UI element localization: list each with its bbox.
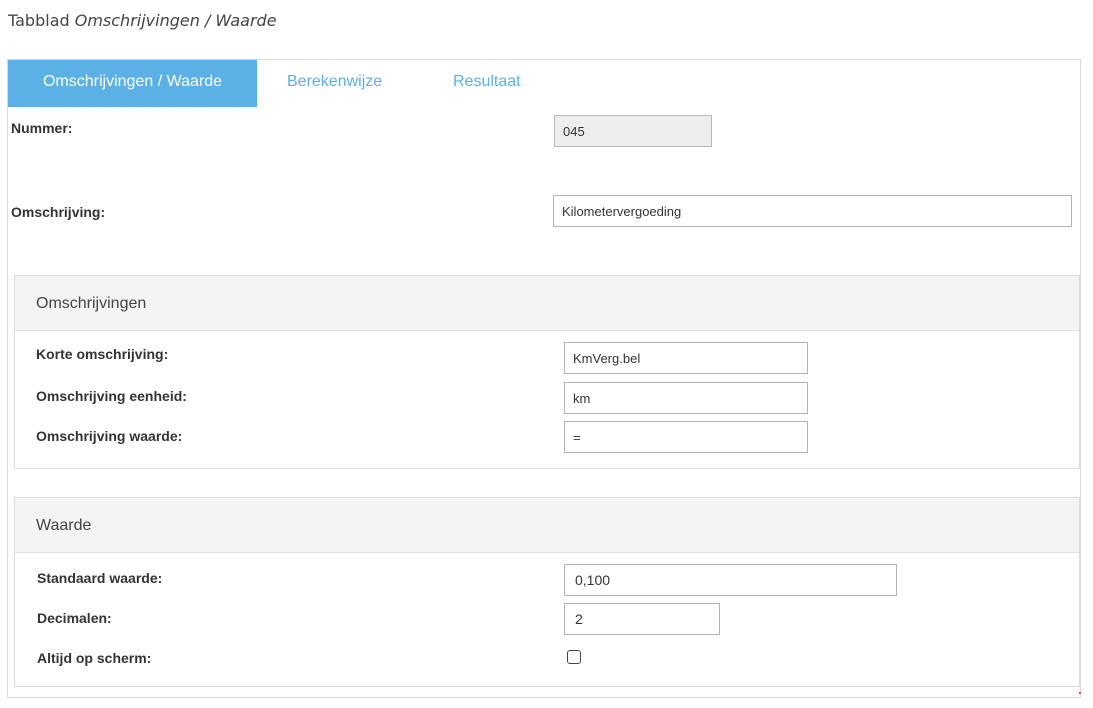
omschrijving-eenheid-label: Omschrijving eenheid:: [36, 388, 187, 404]
waarde-panel-title: Waarde: [15, 498, 1079, 553]
tab-resultaat[interactable]: Resultaat: [453, 60, 521, 107]
caption-italic: Omschrijvingen / Waarde: [74, 11, 277, 30]
caption-prefix: Tabblad: [8, 11, 75, 30]
altijd-op-scherm-label: Altijd op scherm:: [37, 650, 152, 666]
omschrijvingen-panel-title: Omschrijvingen: [15, 276, 1079, 331]
page-caption: Tabblad Omschrijvingen / Waarde: [8, 11, 277, 30]
korte-omschrijving-field[interactable]: [564, 342, 808, 374]
omschrijving-eenheid-field[interactable]: [564, 382, 808, 414]
standaard-waarde-label: Standaard waarde:: [37, 570, 163, 586]
korte-omschrijving-label: Korte omschrijving:: [36, 346, 169, 362]
waarde-panel: Waarde: [14, 497, 1080, 687]
tab-berekenwijze[interactable]: Berekenwijze: [287, 60, 382, 107]
omschrijving-waarde-field[interactable]: [564, 421, 808, 453]
omschrijving-label: Omschrijving:: [11, 204, 106, 220]
decimalen-label: Decimalen:: [37, 610, 112, 626]
tab-omschrijvingen-waarde[interactable]: Omschrijvingen / Waarde: [8, 60, 257, 107]
altijd-op-scherm-checkbox[interactable]: [567, 650, 581, 664]
nummer-field[interactable]: [554, 115, 712, 147]
decimalen-field[interactable]: [564, 603, 720, 635]
omschrijving-waarde-label: Omschrijving waarde:: [36, 428, 183, 444]
nummer-label: Nummer:: [11, 120, 73, 136]
omschrijving-field[interactable]: [553, 195, 1072, 227]
resize-marker: [1079, 692, 1081, 694]
standaard-waarde-field[interactable]: [564, 564, 897, 596]
